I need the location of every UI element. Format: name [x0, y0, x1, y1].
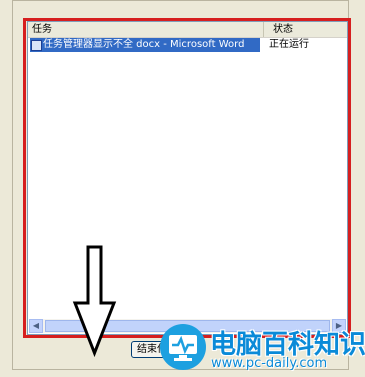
watermark-url: www.pc-daily.com: [211, 356, 328, 371]
monitor-logo-icon: [160, 324, 206, 370]
word-document-icon: [31, 40, 42, 51]
task-name: 任务管理器显示不全 docx - Microsoft Word: [43, 39, 245, 50]
task-name-cell[interactable]: 任务管理器显示不全 docx - Microsoft Word: [30, 38, 260, 52]
list-header: 任务 状态: [28, 22, 347, 38]
scroll-left-button[interactable]: ◀: [29, 319, 43, 333]
column-header-status[interactable]: 状态: [265, 22, 347, 37]
list-item[interactable]: 任务管理器显示不全 docx - Microsoft Word 正在运行: [28, 38, 347, 52]
down-arrow-icon: [72, 245, 117, 357]
watermark: 电脑百科知识 www.pc-daily.com: [160, 320, 365, 377]
task-status: 正在运行: [269, 39, 309, 50]
column-header-task[interactable]: 任务: [28, 22, 264, 37]
